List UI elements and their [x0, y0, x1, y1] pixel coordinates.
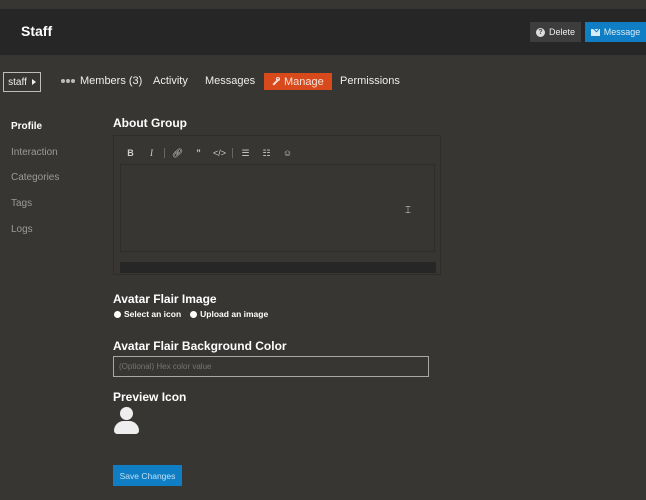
hex-color-input[interactable]: [113, 356, 429, 377]
emoji-icon[interactable]: ☺: [277, 148, 298, 158]
preview-icon-label: Preview Icon: [113, 390, 187, 404]
about-textarea[interactable]: [120, 164, 435, 252]
sidebar-item-tags[interactable]: Tags: [11, 197, 59, 223]
tab-members[interactable]: Members (3): [61, 72, 142, 90]
radio-upload-image[interactable]: Upload an image: [190, 309, 268, 319]
code-icon[interactable]: </>: [209, 148, 230, 158]
avatar-flair-label: Avatar Flair Image: [113, 292, 217, 306]
tab-members-label: Members (3): [80, 75, 143, 87]
save-changes-button[interactable]: Save Changes: [113, 465, 182, 486]
text-cursor-icon: ⌶: [405, 205, 411, 216]
delete-button[interactable]: ? Delete: [530, 22, 581, 42]
message-button-label: Message: [603, 27, 641, 37]
tab-permissions-label: Permissions: [340, 75, 400, 87]
tab-messages[interactable]: Messages: [205, 72, 255, 90]
question-circle-icon: ?: [535, 27, 545, 37]
radio-dot[interactable]: [114, 310, 121, 318]
tab-messages-label: Messages: [205, 75, 256, 87]
about-group-label: About Group: [113, 116, 187, 130]
sidebar-item-interaction[interactable]: Interaction: [11, 146, 59, 172]
page-header: Staff ? Delete Message: [0, 9, 646, 55]
tab-permissions[interactable]: Permissions: [340, 72, 400, 90]
manage-sidebar: Profile Interaction Categories Tags Logs: [11, 120, 59, 248]
sidebar-item-logs[interactable]: Logs: [11, 223, 59, 249]
bulleted-list-icon[interactable]: ☰: [235, 148, 256, 159]
user-silhouette-icon: [114, 407, 139, 434]
group-selector-label: staff: [8, 76, 27, 88]
link-icon[interactable]: 🔗︎: [167, 148, 188, 159]
about-editor: B I 🔗︎ ” </> ☰ ☷ ☺: [113, 135, 441, 275]
toolbar-separator: [232, 148, 233, 158]
wrench-icon: [272, 76, 280, 86]
quote-icon[interactable]: ”: [188, 148, 209, 158]
caret-right-icon: [31, 79, 36, 85]
radio-select-icon[interactable]: Select an icon: [114, 309, 181, 319]
envelope-icon: [590, 28, 600, 36]
toolbar-separator: [164, 148, 165, 158]
editor-preview: [120, 262, 436, 273]
avatar-flair-options: Select an icon Upload an image: [114, 309, 268, 319]
group-nav: staff Members (3) Activity Messages Mana…: [0, 72, 646, 94]
radio-dot[interactable]: [190, 310, 198, 318]
page-title: Staff: [21, 23, 53, 39]
tab-manage-label: Manage: [284, 75, 324, 88]
sidebar-item-categories[interactable]: Categories: [11, 171, 59, 197]
delete-button-label: Delete: [548, 27, 575, 37]
tab-activity[interactable]: Activity: [153, 72, 188, 90]
italic-button[interactable]: I: [141, 148, 162, 158]
users-icon: [61, 79, 76, 83]
numbered-list-icon[interactable]: ☷: [256, 148, 277, 159]
tab-activity-label: Activity: [153, 75, 188, 87]
group-selector[interactable]: staff: [3, 72, 41, 92]
radio-upload-image-label: Upload an image: [200, 309, 269, 319]
message-button[interactable]: Message: [585, 22, 646, 42]
bg-color-label: Avatar Flair Background Color: [113, 339, 287, 353]
bold-button[interactable]: B: [120, 148, 141, 158]
editor-toolbar: B I 🔗︎ ” </> ☰ ☷ ☺: [120, 142, 435, 165]
sidebar-item-profile[interactable]: Profile: [11, 120, 59, 146]
radio-select-icon-label: Select an icon: [124, 309, 182, 319]
tab-manage[interactable]: Manage: [264, 73, 332, 90]
